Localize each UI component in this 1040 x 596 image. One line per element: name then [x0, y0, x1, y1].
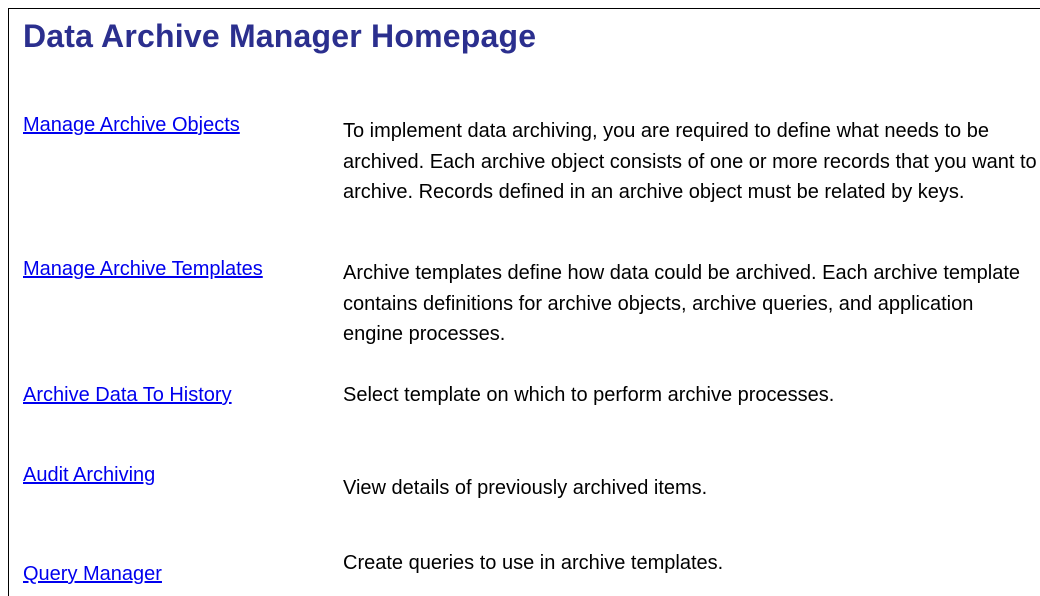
page-title: Data Archive Manager Homepage: [23, 18, 537, 54]
manage-archive-templates-description: Archive templates define how data could …: [343, 262, 1021, 345]
manage-archive-templates-link[interactable]: Manage Archive Templates: [23, 258, 263, 281]
audit-archiving-description: View details of previously archived item…: [343, 477, 708, 499]
manage-archive-objects-link[interactable]: Manage Archive Objects: [23, 114, 240, 137]
audit-archiving-link[interactable]: Audit Archiving: [23, 464, 155, 487]
query-manager-description: Create queries to use in archive templat…: [343, 552, 724, 574]
archive-data-to-history-link[interactable]: Archive Data To History: [23, 384, 232, 407]
manage-archive-objects-description: To implement data archiving, you are req…: [343, 120, 1037, 203]
archive-data-to-history-description: Select template on which to perform arch…: [343, 384, 835, 406]
query-manager-link[interactable]: Query Manager: [23, 563, 162, 586]
